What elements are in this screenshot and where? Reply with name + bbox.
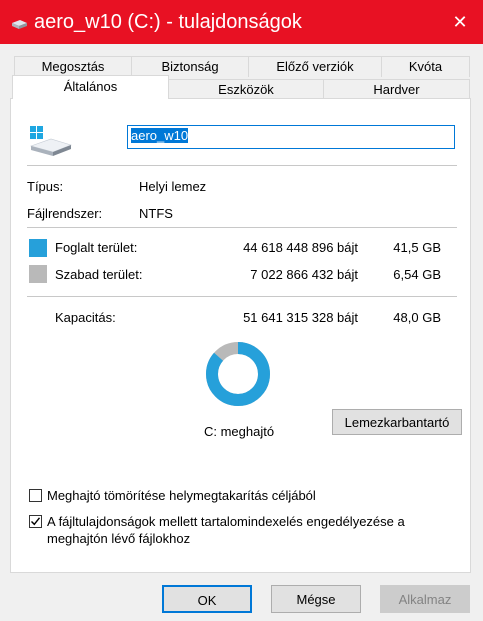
tab-tools[interactable]: Eszközök bbox=[168, 79, 324, 100]
window-title: aero_w10 (C:) - tulajdonságok bbox=[34, 11, 302, 33]
separator bbox=[27, 165, 457, 166]
drive-icon bbox=[12, 20, 27, 29]
index-checkbox-label-line2[interactable]: meghajtón lévő fájlokhoz bbox=[47, 531, 190, 546]
used-space-swatch bbox=[29, 239, 47, 257]
close-icon: ✕ bbox=[452, 12, 468, 32]
compress-checkbox[interactable] bbox=[29, 489, 42, 502]
type-value: Helyi lemez bbox=[139, 179, 207, 194]
tab-quota[interactable]: Kvóta bbox=[381, 56, 470, 77]
separator bbox=[27, 296, 457, 297]
type-label: Típus: bbox=[27, 179, 64, 194]
used-space-label: Foglalt terület: bbox=[55, 240, 138, 255]
free-space-label: Szabad terület: bbox=[55, 267, 143, 282]
index-checkbox-label-line1[interactable]: A fájltulajdonságok mellett tartalominde… bbox=[47, 514, 405, 529]
tab-security[interactable]: Biztonság bbox=[131, 56, 249, 77]
index-checkbox[interactable] bbox=[29, 515, 42, 528]
separator bbox=[27, 227, 457, 228]
capacity-bytes: 51 641 315 328 bájt bbox=[243, 310, 358, 325]
filesystem-label: Fájlrendszer: bbox=[27, 206, 103, 221]
ok-button[interactable]: OK bbox=[162, 585, 252, 613]
checkmark-icon bbox=[31, 517, 41, 526]
close-button[interactable]: ✕ bbox=[437, 0, 483, 44]
drive-name-input[interactable]: aero_w10 bbox=[127, 125, 455, 149]
title-bar: aero_w10 (C:) - tulajdonságok ✕ bbox=[0, 0, 483, 44]
filesystem-value: NTFS bbox=[139, 206, 173, 221]
usage-ring-chart bbox=[206, 342, 270, 406]
tab-hardware[interactable]: Hardver bbox=[323, 79, 470, 100]
free-space-bytes: 7 022 866 432 bájt bbox=[250, 267, 358, 282]
used-space-size: 41,5 GB bbox=[393, 240, 441, 255]
compress-checkbox-label[interactable]: Meghajtó tömörítése helymegtakarítás cél… bbox=[47, 488, 316, 503]
disk-cleanup-button[interactable]: Lemezkarbantartó bbox=[332, 409, 462, 435]
drive-large-icon bbox=[29, 126, 72, 156]
free-space-swatch bbox=[29, 265, 47, 283]
capacity-label: Kapacitás: bbox=[55, 310, 116, 325]
capacity-size: 48,0 GB bbox=[393, 310, 441, 325]
cancel-button[interactable]: Mégse bbox=[271, 585, 361, 613]
drive-name-text: aero_w10 bbox=[131, 128, 189, 143]
tab-sharing[interactable]: Megosztás bbox=[14, 56, 132, 77]
free-space-size: 6,54 GB bbox=[393, 267, 441, 282]
tab-previous-versions[interactable]: Előző verziók bbox=[248, 56, 382, 77]
general-panel: aero_w10 Típus: Helyi lemez Fájlrendszer… bbox=[10, 98, 471, 573]
apply-button[interactable]: Alkalmaz bbox=[380, 585, 470, 613]
used-space-bytes: 44 618 448 896 bájt bbox=[243, 240, 358, 255]
tab-general[interactable]: Általános bbox=[12, 75, 169, 99]
